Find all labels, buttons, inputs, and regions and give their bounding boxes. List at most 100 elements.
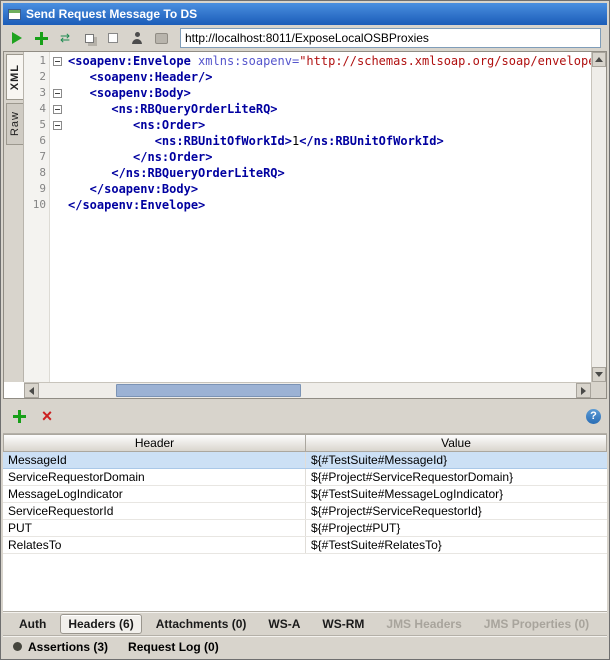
line-number: 2 bbox=[39, 70, 46, 83]
table-row[interactable]: PUT ${#Project#PUT} bbox=[3, 520, 607, 537]
header-value-cell[interactable]: ${#Project#ServiceRequestorId} bbox=[306, 503, 607, 519]
editor-view-tabs: XML Raw bbox=[4, 52, 24, 382]
code-text[interactable]: <soapenv:Envelope xmlns:soapenv="http://… bbox=[68, 54, 591, 68]
editor-tab-raw-label: Raw bbox=[9, 111, 21, 137]
add-to-testcase-button[interactable] bbox=[31, 28, 51, 48]
code-line: 9 </soapenv:Body> bbox=[24, 182, 591, 198]
up-arrow-icon bbox=[595, 57, 603, 62]
headers-table-head: Header Value bbox=[3, 434, 607, 452]
line-number: 3 bbox=[39, 86, 46, 99]
request-step-icon bbox=[8, 8, 21, 20]
editor-tab-xml[interactable]: XML bbox=[6, 54, 23, 100]
vertical-scrollbar[interactable] bbox=[591, 52, 606, 382]
code-line: 6 <ns:RBUnitOfWorkId>1</ns:RBUnitOfWorkI… bbox=[24, 134, 591, 150]
table-row[interactable]: ServiceRequestorDomain ${#Project#Service… bbox=[3, 469, 607, 486]
remove-header-button[interactable]: × bbox=[37, 406, 57, 426]
headers-table-body: MessageId ${#TestSuite#MessageId} ServiceR… bbox=[3, 452, 607, 611]
line-number: 5 bbox=[39, 118, 46, 131]
xml-editor-area[interactable]: 1 <soapenv:Envelope xmlns:soapenv="http:/… bbox=[24, 52, 591, 382]
headers-table: Header Value MessageId ${#TestSuite#Messa… bbox=[3, 433, 607, 611]
code-line: 8 </ns:RBQueryOrderLiteRQ> bbox=[24, 166, 591, 182]
footer-bar: Assertions (3) Request Log (0) bbox=[3, 635, 607, 657]
cancel-request-button[interactable] bbox=[103, 28, 123, 48]
submit-request-button[interactable] bbox=[7, 28, 27, 48]
question-mark-icon: ? bbox=[590, 410, 597, 422]
code-text[interactable]: <soapenv:Body> bbox=[68, 86, 591, 100]
add-header-button[interactable] bbox=[9, 406, 29, 426]
code-line: 5 <ns:Order> bbox=[24, 118, 591, 134]
header-name-cell[interactable]: RelatesTo bbox=[3, 537, 306, 553]
play-icon bbox=[12, 32, 22, 44]
header-value-cell[interactable]: ${#Project#PUT} bbox=[306, 520, 607, 536]
code-line: 1 <soapenv:Envelope xmlns:soapenv="http:/… bbox=[24, 54, 591, 70]
scrollbar-corner bbox=[591, 382, 606, 398]
tab-attachments-0[interactable]: Attachments (0) bbox=[148, 614, 255, 634]
tab-jms-properties-0: JMS Properties (0) bbox=[483, 616, 590, 631]
fold-toggle-icon[interactable] bbox=[53, 57, 62, 66]
endpoint-url-input[interactable] bbox=[180, 28, 601, 48]
code-text[interactable]: <ns:RBQueryOrderLiteRQ> bbox=[68, 102, 591, 116]
code-line: 3 <soapenv:Body> bbox=[24, 86, 591, 102]
fold-toggle-icon[interactable] bbox=[53, 105, 62, 114]
horizontal-scroll-thumb[interactable] bbox=[116, 384, 301, 397]
code-line: 4 <ns:RBQueryOrderLiteRQ> bbox=[24, 102, 591, 118]
delete-x-icon: × bbox=[41, 406, 53, 426]
header-value-cell[interactable]: ${#TestSuite#MessageId} bbox=[306, 452, 607, 468]
tab-ws-rm[interactable]: WS-RM bbox=[314, 614, 372, 634]
header-name-cell[interactable]: MessageId bbox=[3, 452, 306, 468]
code-text[interactable]: </ns:Order> bbox=[68, 150, 591, 164]
scroll-down-button[interactable] bbox=[592, 367, 606, 382]
down-arrow-icon bbox=[595, 372, 603, 377]
code-text[interactable]: </soapenv:Envelope> bbox=[68, 198, 591, 212]
code-text[interactable]: <soapenv:Header/> bbox=[68, 70, 591, 84]
tab-ws-a[interactable]: WS-A bbox=[260, 614, 308, 634]
column-header-header[interactable]: Header bbox=[3, 434, 306, 452]
horizontal-scrollbar[interactable] bbox=[24, 382, 591, 398]
window-title: Send Request Message To DS bbox=[26, 7, 198, 21]
scroll-left-button[interactable] bbox=[24, 383, 39, 398]
code-text[interactable]: </soapenv:Body> bbox=[68, 182, 591, 196]
fold-toggle-icon[interactable] bbox=[53, 89, 62, 98]
copy-icon bbox=[84, 33, 94, 43]
code-text[interactable]: </ns:RBQueryOrderLiteRQ> bbox=[68, 166, 591, 180]
code-text[interactable]: <ns:Order> bbox=[68, 118, 591, 132]
line-number: 8 bbox=[39, 166, 46, 179]
tab-auth[interactable]: Auth bbox=[11, 614, 54, 634]
line-number: 4 bbox=[39, 102, 46, 115]
line-number: 10 bbox=[32, 198, 46, 211]
header-name-cell[interactable]: PUT bbox=[3, 520, 306, 536]
editor-tab-raw[interactable]: Raw bbox=[6, 103, 23, 145]
header-value-cell[interactable]: ${#TestSuite#RelatesTo} bbox=[306, 537, 607, 553]
code-text[interactable]: <ns:RBUnitOfWorkId>1</ns:RBUnitOfWorkId> bbox=[68, 134, 591, 148]
scroll-right-button[interactable] bbox=[576, 383, 591, 398]
header-name-cell[interactable]: MessageLogIndicator bbox=[3, 486, 306, 502]
line-number: 9 bbox=[39, 182, 46, 195]
titlebar[interactable]: Send Request Message To DS bbox=[3, 3, 607, 25]
code-line: 10 </soapenv:Envelope> bbox=[24, 198, 591, 214]
table-row[interactable]: RelatesTo ${#TestSuite#RelatesTo} bbox=[3, 537, 607, 554]
column-header-value[interactable]: Value bbox=[306, 434, 607, 452]
request-log-toggle[interactable]: Request Log (0) bbox=[128, 640, 219, 654]
table-row[interactable]: MessageLogIndicator ${#TestSuite#MessageL… bbox=[3, 486, 607, 503]
scroll-up-button[interactable] bbox=[592, 52, 606, 67]
add-to-mockservice-button[interactable]: ⇄ bbox=[55, 28, 75, 48]
auth-button[interactable] bbox=[127, 28, 147, 48]
assertions-toggle[interactable]: Assertions (3) bbox=[13, 640, 108, 654]
request-editor: XML Raw 1 <soapenv:Envelope xmlns:soapenv… bbox=[3, 51, 607, 399]
fold-toggle-icon[interactable] bbox=[53, 121, 62, 130]
left-arrow-icon bbox=[29, 386, 34, 395]
settings-button[interactable] bbox=[151, 28, 171, 48]
transfer-arrows-icon: ⇄ bbox=[59, 31, 71, 45]
header-value-cell[interactable]: ${#Project#ServiceRequestorDomain} bbox=[306, 469, 607, 485]
header-value-cell[interactable]: ${#TestSuite#MessageLogIndicator} bbox=[306, 486, 607, 502]
header-name-cell[interactable]: ServiceRequestorDomain bbox=[3, 469, 306, 485]
help-button[interactable]: ? bbox=[586, 408, 601, 424]
request-window: Send Request Message To DS ⇄ XML Raw 1 <s… bbox=[0, 0, 610, 660]
request-log-label: Request Log (0) bbox=[128, 639, 219, 654]
header-name-cell[interactable]: ServiceRequestorId bbox=[3, 503, 306, 519]
clone-request-button[interactable] bbox=[79, 28, 99, 48]
table-row[interactable]: MessageId ${#TestSuite#MessageId} bbox=[3, 452, 607, 469]
tab-headers-6[interactable]: Headers (6) bbox=[60, 613, 142, 634]
table-row[interactable]: ServiceRequestorId ${#Project#ServiceRequ… bbox=[3, 503, 607, 520]
code-line: 7 </ns:Order> bbox=[24, 150, 591, 166]
